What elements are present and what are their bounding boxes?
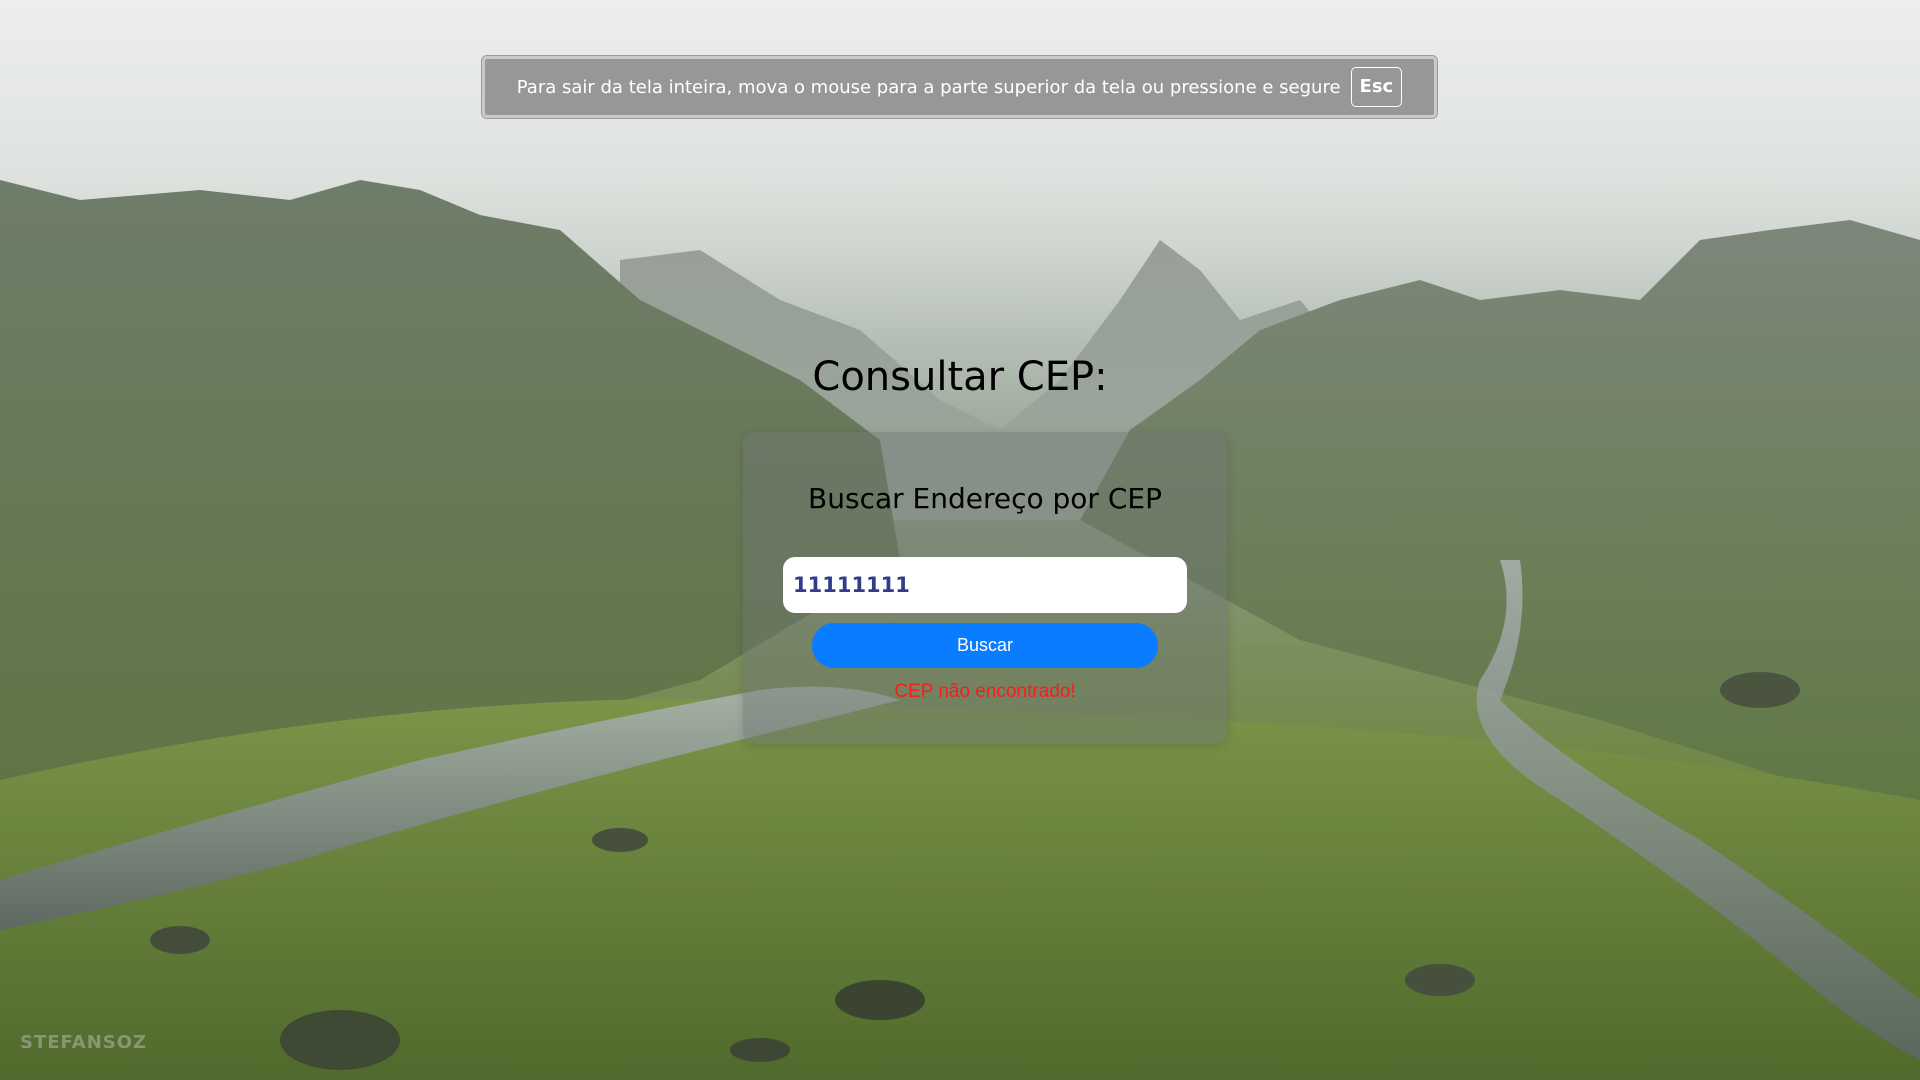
- fullscreen-exit-notice: Para sair da tela inteira, mova o mouse …: [482, 56, 1437, 118]
- esc-key-badge: Esc: [1350, 67, 1403, 107]
- watermark-logo: STEFANSOZ: [20, 1032, 148, 1053]
- cep-search-card: Buscar Endereço por CEP Buscar CEP não e…: [743, 432, 1227, 744]
- card-title: Buscar Endereço por CEP: [808, 482, 1162, 515]
- fullscreen-notice-text: Para sair da tela inteira, mova o mouse …: [516, 76, 1341, 98]
- error-message: CEP não encontrado!: [894, 681, 1076, 702]
- page: Para sair da tela inteira, mova o mouse …: [0, 0, 1920, 1080]
- cep-input[interactable]: [783, 557, 1187, 613]
- search-button[interactable]: Buscar: [812, 623, 1158, 668]
- page-title: Consultar CEP:: [812, 354, 1108, 400]
